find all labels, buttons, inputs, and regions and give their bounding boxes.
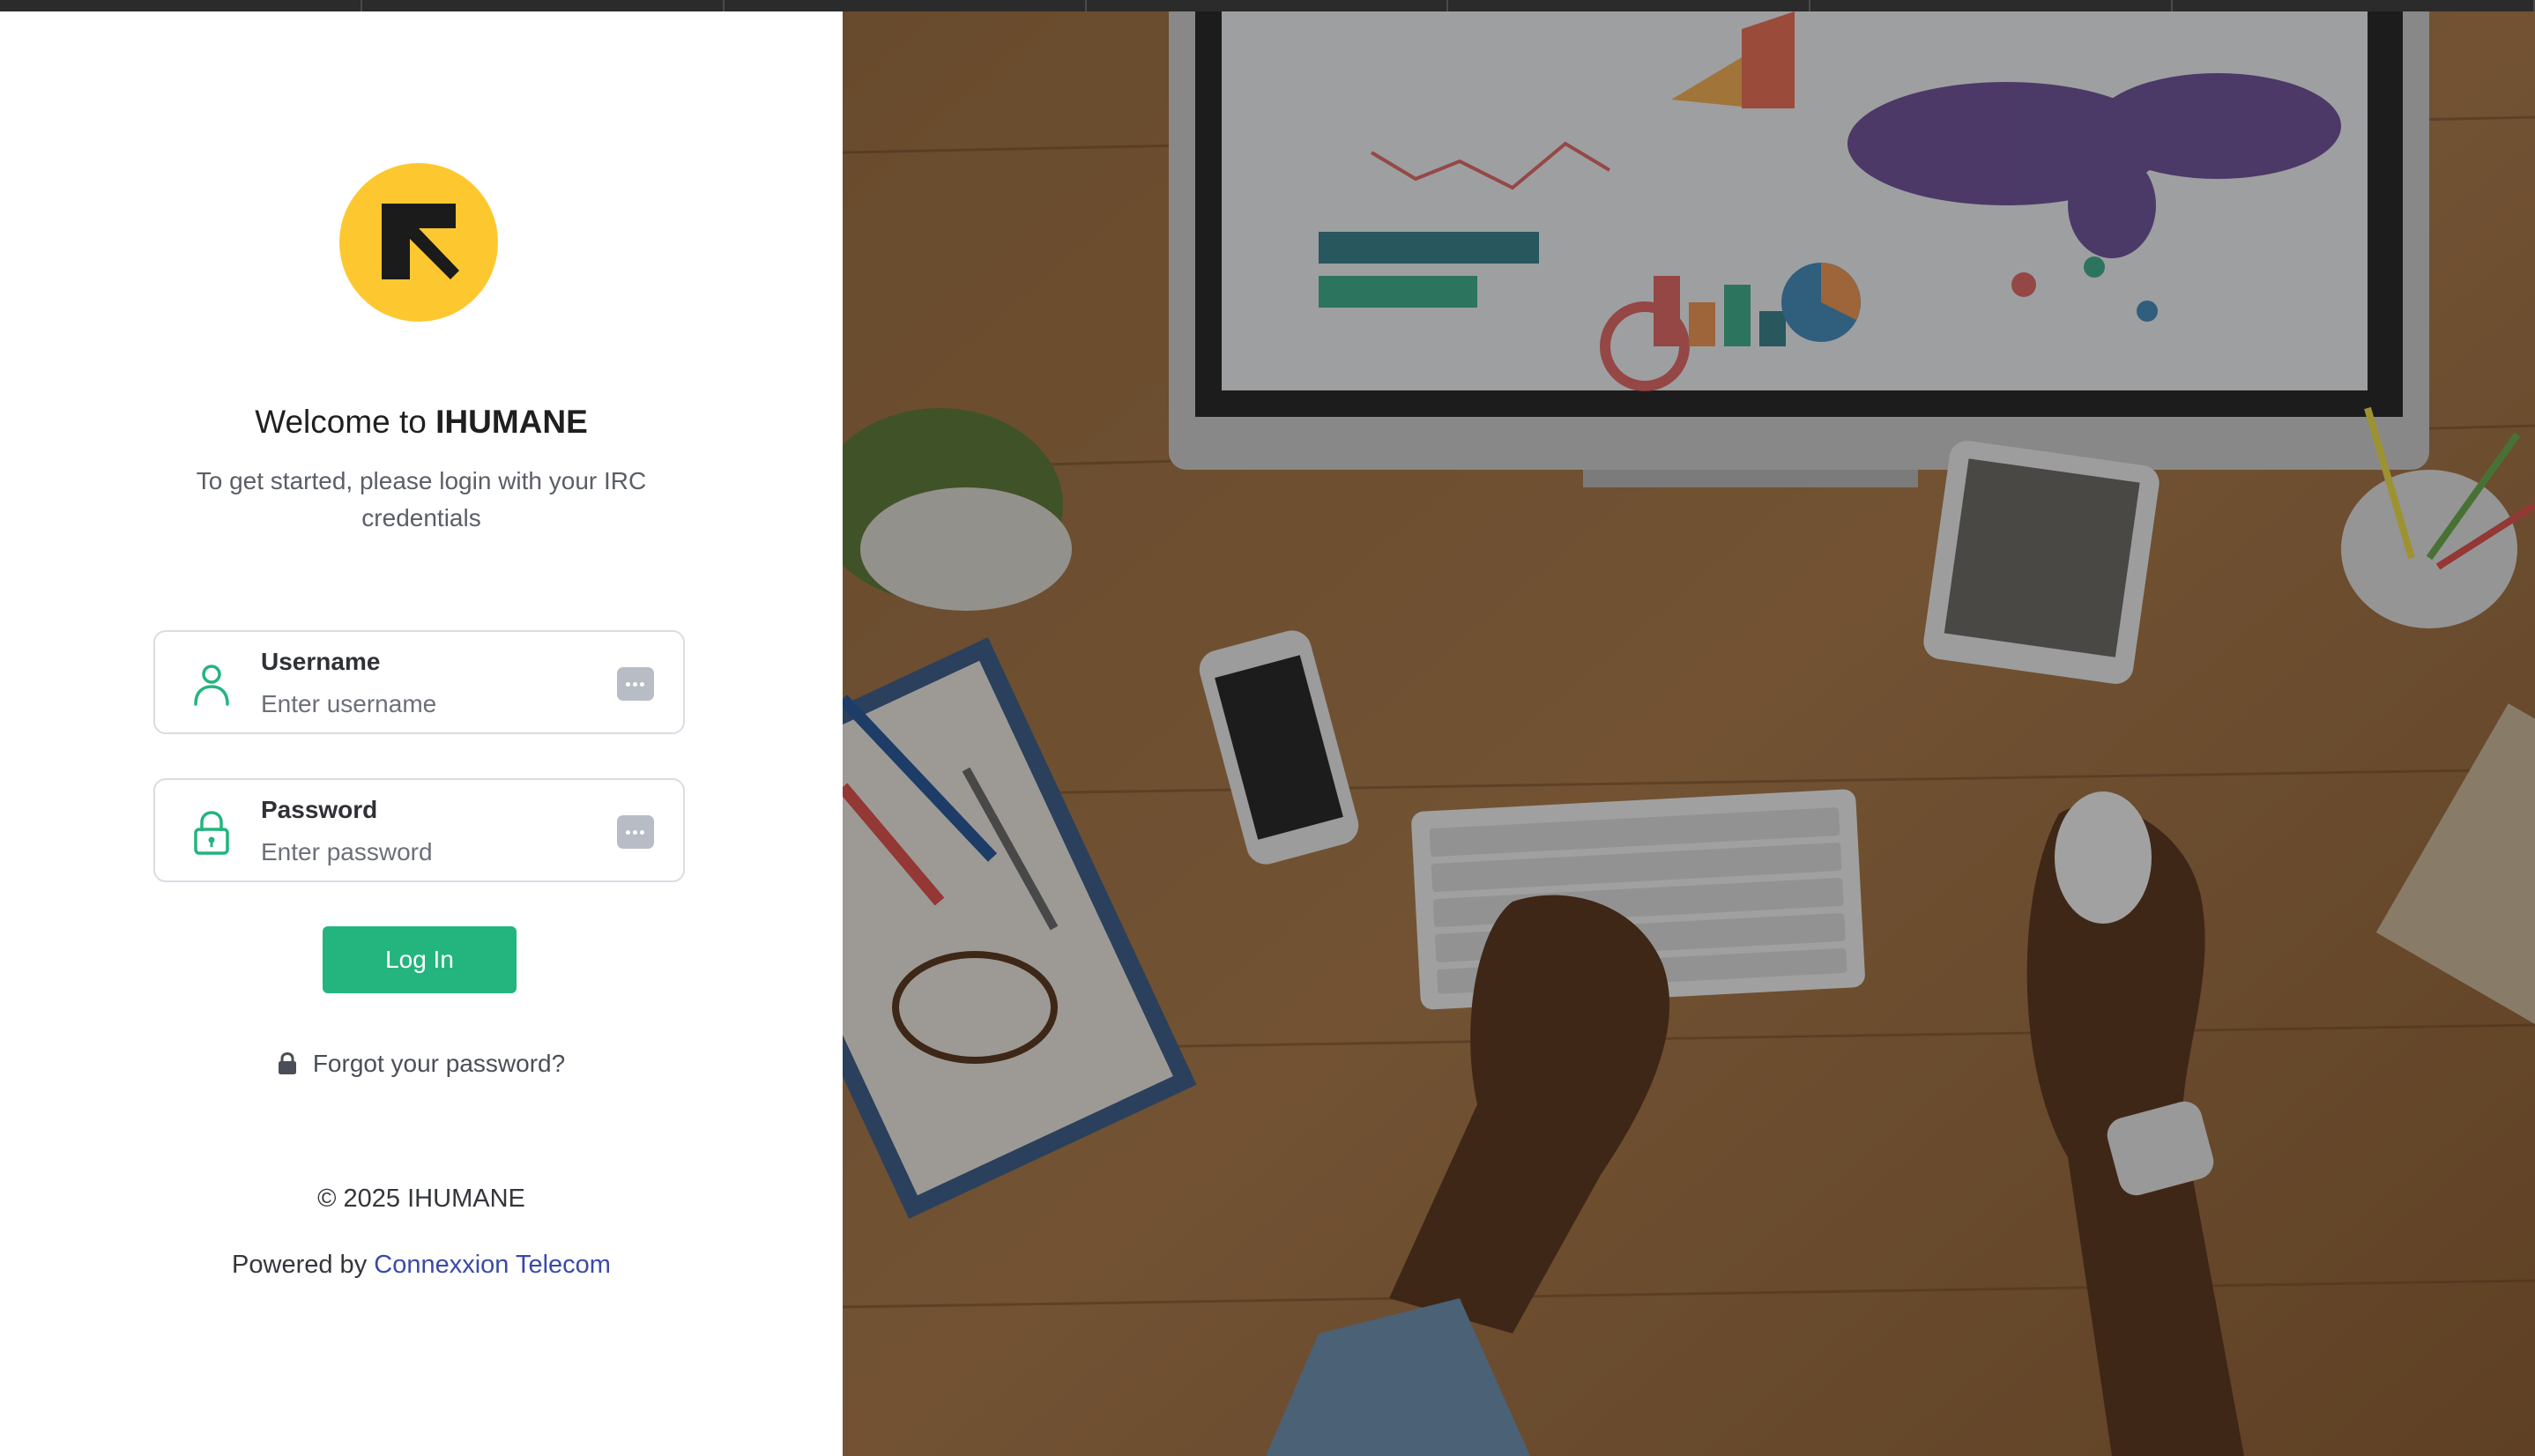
browser-tab[interactable] — [362, 0, 725, 11]
browser-tab[interactable] — [2173, 0, 2535, 11]
powered-by: Powered by Connexxion Telecom — [0, 1251, 843, 1280]
browser-tab[interactable] — [1810, 0, 2174, 11]
browser-tab-strip — [0, 0, 2535, 11]
password-field[interactable]: Password — [153, 778, 685, 882]
browser-tab[interactable] — [0, 0, 362, 11]
username-field[interactable]: Username — [153, 630, 685, 734]
password-manager-icon[interactable] — [617, 667, 654, 701]
welcome-heading: Welcome to IHUMANE — [0, 404, 843, 441]
browser-tab[interactable] — [1087, 0, 1449, 11]
forgot-password-link[interactable]: Forgot your password? — [313, 1050, 565, 1078]
browser-tab[interactable] — [1448, 0, 1811, 11]
connexxion-link[interactable]: Connexxion Telecom — [374, 1251, 611, 1279]
username-input[interactable] — [261, 687, 578, 722]
password-label: Password — [261, 796, 378, 823]
forgot-password-row: Forgot your password? — [0, 1050, 843, 1078]
login-panel: Welcome to IHUMANE To get started, pleas… — [0, 11, 843, 1456]
user-icon — [194, 665, 229, 706]
lock-open-icon — [194, 811, 229, 855]
browser-tab[interactable] — [725, 0, 1087, 11]
powered-by-prefix: Powered by — [232, 1251, 375, 1279]
welcome-prefix: Welcome to — [255, 404, 436, 440]
lock-icon — [278, 1052, 296, 1074]
desk-illustration — [843, 11, 2535, 1456]
brand-name: IHUMANE — [435, 404, 588, 440]
password-input[interactable] — [261, 835, 578, 870]
arrow-up-left-logo — [339, 163, 498, 322]
password-manager-icon[interactable] — [617, 815, 654, 849]
logo-arrow-icon — [382, 204, 459, 279]
username-label: Username — [261, 648, 381, 675]
login-instructions: To get started, please login with your I… — [196, 467, 647, 531]
copyright-text: © 2025 IHUMANE — [317, 1185, 525, 1213]
background-photo — [843, 11, 2535, 1456]
login-button[interactable]: Log In — [323, 926, 517, 993]
